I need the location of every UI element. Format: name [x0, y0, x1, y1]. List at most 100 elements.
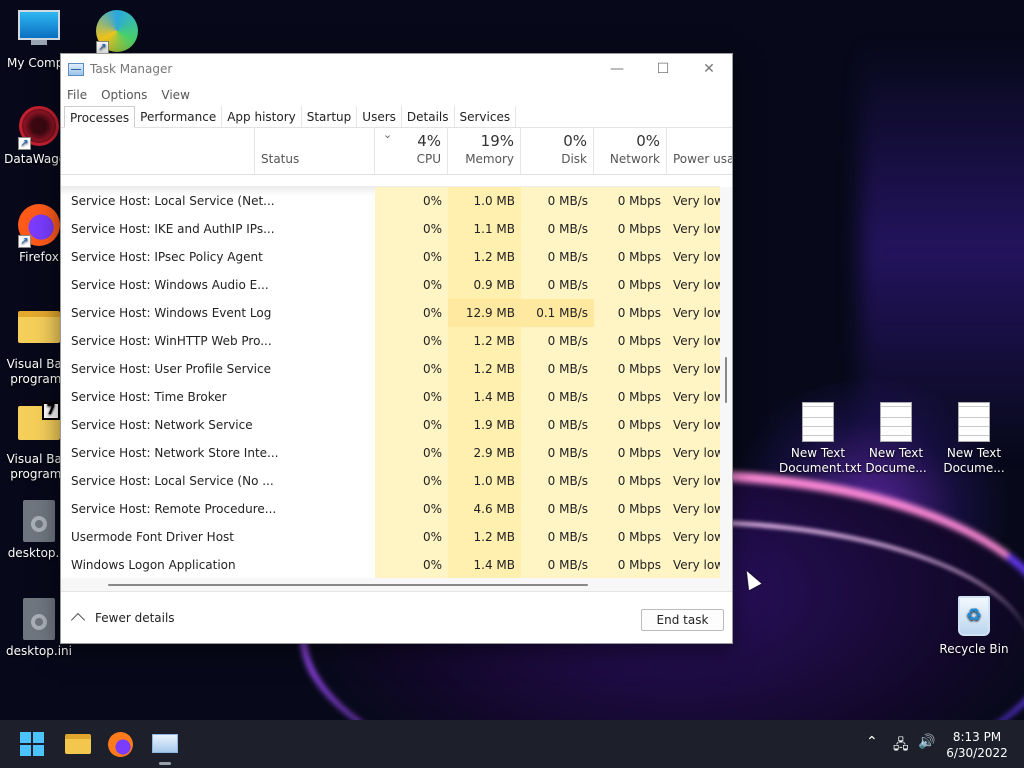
- table-row[interactable]: Service Host: IPsec Policy Agent 0% 1.2 MB…: [61, 243, 720, 271]
- clock[interactable]: 8:13 PM 6/30/2022: [940, 729, 1014, 761]
- tab-app-history[interactable]: App history: [222, 106, 302, 127]
- table-row[interactable]: Service Host: Windows Audio E... 0% 0.9 MB…: [61, 271, 720, 299]
- disk-cell: 0 MB/s: [521, 467, 594, 495]
- process-name-cell: Service Host: Windows Audio E...: [71, 278, 269, 292]
- horizontal-scroll-thumb[interactable]: [108, 584, 588, 586]
- memory-cell: 1.1 MB: [448, 215, 521, 243]
- power-usage-cell: Very low: [667, 327, 720, 355]
- desktop-icon-label: Recycle Bin: [939, 642, 1009, 656]
- tab-performance[interactable]: Performance: [135, 106, 223, 127]
- task-manager-taskbar-icon[interactable]: [152, 734, 178, 753]
- table-row[interactable]: Service Host: Local Service (Net... 0% 1.0…: [61, 187, 720, 215]
- column-header-disk[interactable]: 0% Disk: [521, 128, 594, 175]
- footer: Fewer details End task: [61, 597, 732, 643]
- process-name-cell: Service Host: Time Broker: [71, 390, 227, 404]
- end-task-button[interactable]: End task: [641, 609, 724, 631]
- vertical-scrollbar[interactable]: [720, 187, 732, 578]
- disk-cell: 0 MB/s: [521, 439, 594, 467]
- maximize-button[interactable]: ☐: [640, 61, 686, 77]
- cpu-cell: 0%: [375, 551, 448, 578]
- memory-cell: 1.2 MB: [448, 327, 521, 355]
- network-icon[interactable]: 🖧: [893, 734, 909, 758]
- volume-icon[interactable]: 🔊: [918, 734, 935, 750]
- menu-file[interactable]: File: [67, 88, 87, 102]
- memory-cell: 1.2 MB: [448, 523, 521, 551]
- process-name-cell: Service Host: Network Store Inte...: [71, 446, 279, 460]
- table-row[interactable]: Service Host: User Profile Service 0% 1.2 …: [61, 355, 720, 383]
- network-cell: 0 Mbps: [594, 355, 667, 383]
- vertical-scroll-thumb[interactable]: [725, 357, 727, 403]
- cpu-cell: 0%: [375, 467, 448, 495]
- process-name-cell: Service Host: IPsec Policy Agent: [71, 250, 263, 264]
- tab-details[interactable]: Details: [402, 106, 455, 127]
- desktop-icon-recycle-bin[interactable]: ♻ Recycle Bin: [935, 596, 1013, 657]
- column-header-power-usage[interactable]: Power usag: [667, 128, 732, 175]
- close-button[interactable]: ✕: [686, 61, 732, 77]
- network-cell: 0 Mbps: [594, 215, 667, 243]
- process-name-cell: Usermode Font Driver Host: [71, 530, 234, 544]
- table-row[interactable]: Service Host: Network Store Inte... 0% 2.9…: [61, 439, 720, 467]
- file-explorer-icon[interactable]: [65, 734, 91, 754]
- menu-options[interactable]: Options: [101, 88, 147, 102]
- power-usage-cell: Very low: [667, 551, 720, 578]
- tab-processes[interactable]: Processes: [64, 106, 136, 128]
- firefox-icon: ↗: [18, 204, 60, 248]
- disk-cell: 0 MB/s: [521, 327, 594, 355]
- column-status-label: Status: [261, 152, 300, 166]
- menu-bar: File Options View: [61, 84, 732, 106]
- process-name-cell: Service Host: WinHTTP Web Pro...: [71, 334, 272, 348]
- tab-startup[interactable]: Startup: [302, 106, 358, 127]
- table-row[interactable]: Service Host: IKE and AuthIP IPs... 0% 1.1…: [61, 215, 720, 243]
- table-row[interactable]: Service Host: Local Service (No ... 0% 1.0…: [61, 467, 720, 495]
- column-header-memory[interactable]: 19% Memory: [448, 128, 521, 175]
- table-row[interactable]: Service Host: Time Broker 0% 1.4 MB 0 MB/s 0…: [61, 383, 720, 411]
- column-header-network[interactable]: 0% Network: [594, 128, 667, 175]
- network-cell: 0 Mbps: [594, 327, 667, 355]
- cpu-cell: 0%: [375, 187, 448, 215]
- table-row[interactable]: Service Host: Network Service 0% 1.9 MB 0 M…: [61, 411, 720, 439]
- tab-users[interactable]: Users: [357, 106, 402, 127]
- process-name-cell: Service Host: User Profile Service: [71, 362, 271, 376]
- disk-cell: 0 MB/s: [521, 355, 594, 383]
- title-bar[interactable]: Task Manager — ☐ ✕: [61, 54, 732, 84]
- cpu-cell: 0%: [375, 271, 448, 299]
- table-row[interactable]: Service Host: WinHTTP Web Pro... 0% 1.2 MB…: [61, 327, 720, 355]
- column-header-cpu[interactable]: 4% CPU: [375, 128, 448, 175]
- network-cell: 0 Mbps: [594, 243, 667, 271]
- power-usage-cell: Very low: [667, 495, 720, 523]
- firefox-taskbar-icon[interactable]: [108, 732, 133, 757]
- table-row[interactable]: Windows Logon Application 0% 1.4 MB 0 MB/s 0…: [61, 551, 720, 578]
- desktop-icon-new-text-document[interactable]: New Text Document.txt: [779, 402, 862, 476]
- column-power-label: Power usag: [673, 152, 732, 166]
- tab-services[interactable]: Services: [455, 106, 517, 127]
- column-header-status[interactable]: Status: [255, 128, 375, 175]
- menu-view[interactable]: View: [161, 88, 189, 102]
- horizontal-scrollbar[interactable]: [61, 578, 732, 592]
- active-app-indicator: [159, 762, 171, 765]
- network-total: 0%: [636, 132, 660, 150]
- text-file-icon: [958, 402, 990, 442]
- desktop-icon-label: New Text Docume...: [865, 446, 927, 475]
- process-name-cell: Service Host: Network Service: [71, 418, 253, 432]
- table-row[interactable]: Service Host: Windows Event Log 0% 12.9 MB…: [61, 299, 720, 327]
- fewer-details-button[interactable]: Fewer details: [70, 611, 175, 628]
- chevron-up-icon[interactable]: ⌃: [866, 734, 878, 750]
- power-usage-cell: Very low: [667, 215, 720, 243]
- memory-total: 19%: [480, 132, 514, 150]
- recycle-bin-icon: ♻: [953, 596, 995, 638]
- desktop-icon-edge[interactable]: ↗: [78, 10, 156, 56]
- power-usage-cell: Very low: [667, 271, 720, 299]
- desktop-icon-new-text-document-2[interactable]: New Text Docume...: [857, 402, 935, 476]
- table-row[interactable]: Usermode Font Driver Host 0% 1.2 MB 0 MB/s 0…: [61, 523, 720, 551]
- network-cell: 0 Mbps: [594, 495, 667, 523]
- memory-cell: 1.4 MB: [448, 383, 521, 411]
- power-usage-cell: Very low: [667, 411, 720, 439]
- desktop-icon-new-text-document-3[interactable]: New Text Docume...: [935, 402, 1013, 476]
- shortcut-arrow-icon: ↗: [18, 235, 31, 248]
- disk-cell: 0 MB/s: [521, 187, 594, 215]
- minimize-button[interactable]: —: [594, 61, 640, 77]
- start-button-windows-icon[interactable]: [20, 732, 44, 756]
- column-header-name[interactable]: [61, 128, 255, 175]
- table-row[interactable]: Service Host: Remote Procedure... 0% 4.6 M…: [61, 495, 720, 523]
- cpu-cell: 0%: [375, 215, 448, 243]
